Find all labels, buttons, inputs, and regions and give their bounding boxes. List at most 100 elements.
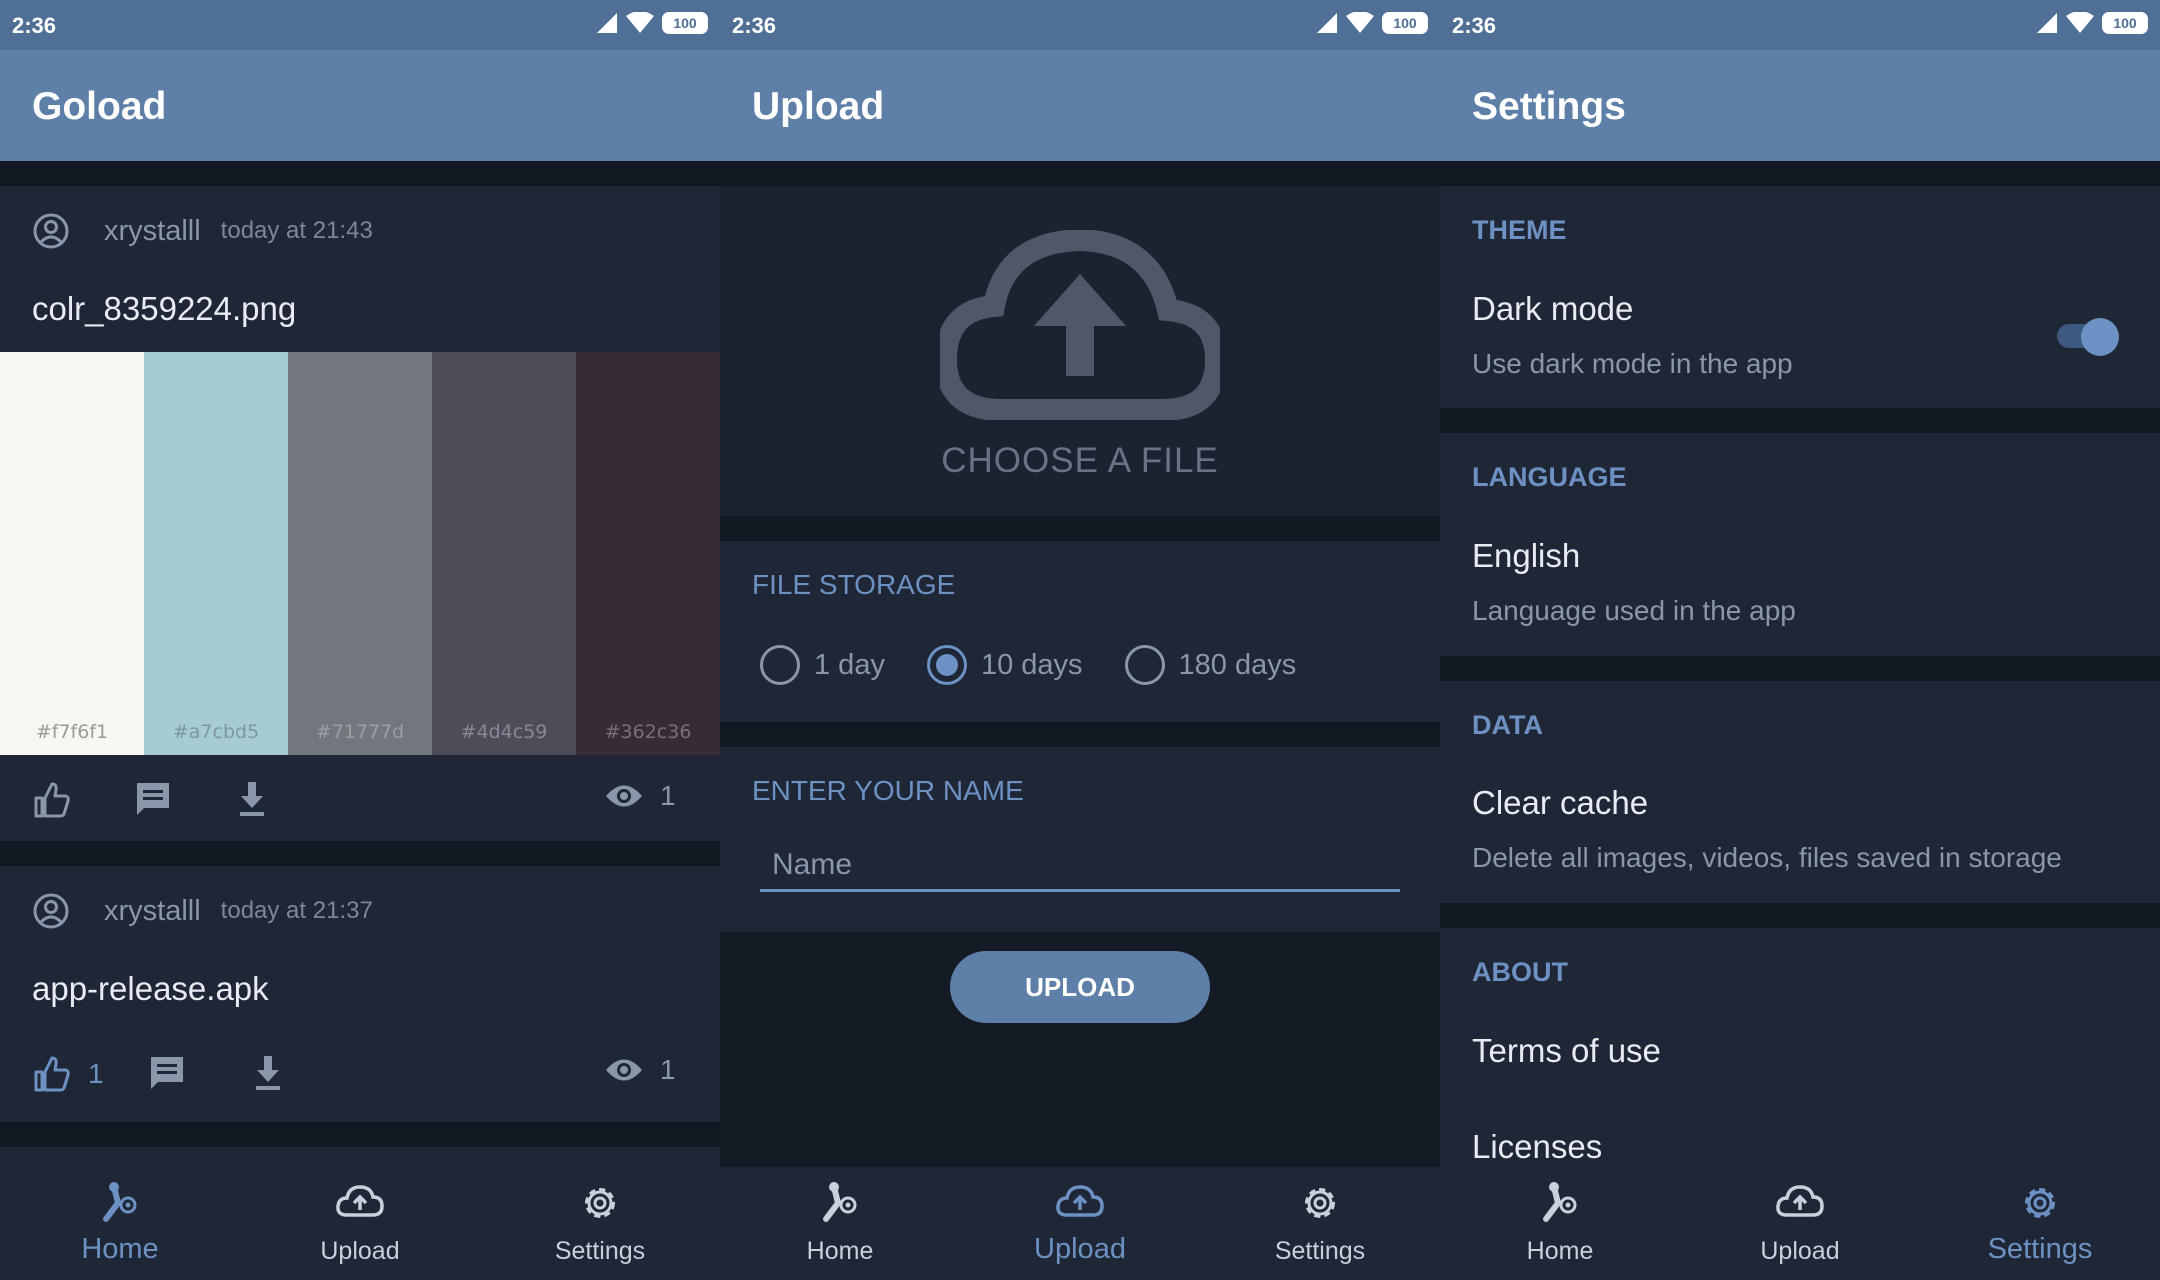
page-title: Upload <box>752 85 885 128</box>
name-input[interactable] <box>760 840 1400 892</box>
nav-upload[interactable]: Upload <box>960 1167 1200 1280</box>
post-username[interactable]: xrystalll <box>104 895 201 928</box>
status-time: 2:36 <box>732 13 777 38</box>
dark-mode-toggle[interactable] <box>2057 318 2119 356</box>
choose-file-area[interactable]: CHOOSE A FILE <box>720 186 1440 516</box>
nav-home[interactable]: Home <box>720 1167 960 1280</box>
eye-icon <box>606 1059 642 1081</box>
nav-upload[interactable]: Upload <box>240 1167 480 1280</box>
divider <box>0 161 720 186</box>
post-card[interactable]: xrystalll today at 21:37 app-release.apk… <box>0 866 720 1122</box>
battery-icon: 100 <box>662 12 708 34</box>
wifi-icon <box>1346 12 1374 33</box>
comment-icon <box>137 783 169 815</box>
bottom-navigation: Home Upload Settings <box>1440 1167 2160 1280</box>
settings-screen: 2:36 100 Settings THEME Dark mode Use da… <box>1440 0 2160 1280</box>
post-username[interactable]: xrystalll <box>104 215 201 248</box>
toggle-knob <box>2081 318 2119 356</box>
status-bar: 2:36 100 <box>1440 0 2160 50</box>
swatch-label: #f7f6f1 <box>35 721 109 743</box>
language-value[interactable]: English <box>1472 537 1580 575</box>
post-card[interactable] <box>0 1147 720 1167</box>
section-title-about: ABOUT <box>1472 957 1568 987</box>
nav-upload-label: Upload <box>1034 1233 1126 1265</box>
radio-10-days[interactable] <box>926 645 967 685</box>
views-count: 1 <box>660 1054 676 1085</box>
radio-1-day[interactable] <box>760 645 800 685</box>
divider <box>720 722 1440 747</box>
section-title-language: LANGUAGE <box>1472 462 1627 492</box>
status-bar: 2:36 100 <box>0 0 720 50</box>
gear-icon <box>2025 1188 2055 1218</box>
post-actions: 1 <box>0 770 720 830</box>
battery-icon: 100 <box>2102 12 2148 34</box>
likes-count: 1 <box>88 1058 104 1089</box>
nav-home[interactable]: Home <box>0 1167 240 1280</box>
dark-mode-title[interactable]: Dark mode <box>1472 290 1633 328</box>
palette-preview[interactable]: #f7f6f1 #a7cbd5 #71777d #4d4c59 #362c36 <box>0 352 720 755</box>
page-title: Goload <box>32 85 167 128</box>
cloud-upload-icon <box>940 230 1220 420</box>
like-button[interactable]: 1 <box>32 1054 104 1094</box>
avatar-icon <box>33 213 69 249</box>
comment-button[interactable] <box>148 1054 186 1092</box>
like-button[interactable] <box>32 780 72 820</box>
nav-settings-label: Settings <box>554 1237 646 1265</box>
palette-swatch: #362c36 <box>576 352 720 755</box>
radio-180-days[interactable] <box>1124 645 1165 685</box>
app-bar: Settings <box>1440 50 2160 161</box>
nav-settings[interactable]: Settings <box>1200 1167 1440 1280</box>
signal-icon <box>1317 13 1337 33</box>
download-button[interactable] <box>236 780 268 818</box>
home-logo-icon <box>823 1182 857 1222</box>
nav-settings[interactable]: Settings <box>1920 1167 2160 1280</box>
gear-icon <box>585 1188 615 1218</box>
cloud-upload-icon <box>336 1185 384 1217</box>
terms-of-use-item[interactable]: Terms of use <box>1472 1032 1661 1070</box>
nav-upload-label: Upload <box>320 1237 400 1265</box>
storage-options: 1 day 10 days 180 days <box>760 645 1338 685</box>
post-filename[interactable]: colr_8359224.png <box>32 290 296 328</box>
app-bar: Upload <box>720 50 1440 161</box>
download-icon <box>256 1056 280 1090</box>
choose-file-label: CHOOSE A FILE <box>941 441 1219 480</box>
nav-home[interactable]: Home <box>1440 1167 1680 1280</box>
nav-upload[interactable]: Upload <box>1680 1167 1920 1280</box>
section-title-data: DATA <box>1472 710 1543 740</box>
swatch-label: #362c36 <box>604 721 692 743</box>
avatar-icon <box>33 893 69 929</box>
status-bar: 2:36 100 <box>720 0 1440 50</box>
views-count: 1 <box>660 780 676 811</box>
nav-home-label: Home <box>1526 1237 1594 1265</box>
nav-settings[interactable]: Settings <box>480 1167 720 1280</box>
radio-label[interactable]: 1 day <box>814 649 885 682</box>
nav-upload-label: Upload <box>1760 1237 1840 1265</box>
nav-settings-label: Settings <box>1274 1237 1366 1265</box>
licenses-item[interactable]: Licenses <box>1472 1128 1602 1166</box>
nav-home-label: Home <box>806 1237 874 1265</box>
home-logo-icon <box>103 1182 137 1222</box>
gear-icon <box>1305 1188 1335 1218</box>
divider <box>720 516 1440 541</box>
nav-home-label: Home <box>81 1233 159 1265</box>
download-icon <box>240 782 264 816</box>
palette-swatch: #4d4c59 <box>432 352 576 755</box>
status-time: 2:36 <box>12 13 57 38</box>
comment-button[interactable] <box>134 780 172 818</box>
status-time: 2:36 <box>1452 13 1497 38</box>
home-screen: 2:36 100 Goload xrystalll today at 21:43… <box>0 0 720 1280</box>
page-title: Settings <box>1472 85 1626 128</box>
radio-label[interactable]: 10 days <box>981 649 1083 682</box>
upload-button[interactable]: UPLOAD <box>950 951 1210 1023</box>
palette-swatch: #71777d <box>288 352 432 755</box>
palette-swatch: #a7cbd5 <box>144 352 288 755</box>
battery-icon: 100 <box>1382 12 1428 34</box>
download-button[interactable] <box>252 1054 284 1092</box>
views-counter: 1 <box>604 1054 676 1086</box>
nav-settings-label: Settings <box>1987 1233 2093 1265</box>
clear-cache-title[interactable]: Clear cache <box>1472 784 1648 822</box>
post-filename[interactable]: app-release.apk <box>32 970 269 1008</box>
thumb-up-icon <box>34 782 70 818</box>
radio-label[interactable]: 180 days <box>1179 649 1297 682</box>
signal-icon <box>597 13 617 33</box>
